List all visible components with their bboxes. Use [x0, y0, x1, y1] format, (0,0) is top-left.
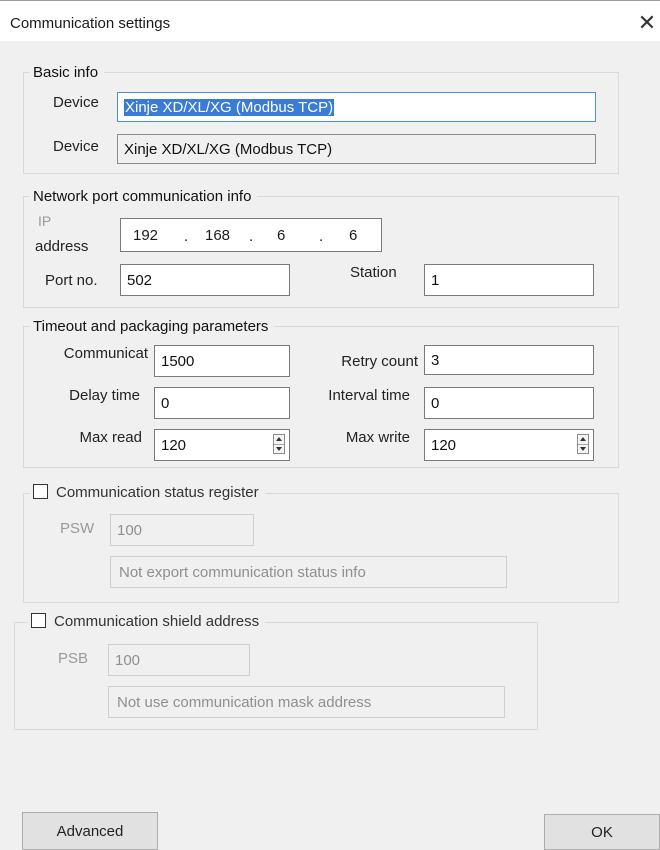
ip-octet-3[interactable]: 6 [277, 227, 285, 244]
device-label-2: Device [53, 138, 99, 155]
ip-separator: . [184, 228, 189, 245]
ip-separator: . [319, 228, 324, 245]
psb-label: PSB [58, 650, 89, 667]
advanced-button[interactable]: Advanced [22, 812, 158, 850]
max-read-input[interactable]: 120 [154, 429, 290, 461]
delay-time-input[interactable]: 0 [154, 387, 290, 419]
max-write-value: 120 [431, 436, 457, 454]
checkbox-icon[interactable] [31, 613, 46, 628]
timeout-legend: Timeout and packaging parameters [30, 318, 275, 336]
delay-time-label: Delay time [69, 387, 140, 404]
ip-octet-1[interactable]: 192 [133, 227, 158, 244]
ip-label-line1: IP [38, 213, 52, 229]
window-title: Communication settings [10, 15, 171, 32]
shield-address-legend[interactable]: Communication shield address [28, 613, 266, 631]
psw-input: 100 [110, 514, 254, 546]
max-write-input[interactable]: 120 [424, 429, 594, 461]
title-bar: Communication settings ✕ [0, 0, 660, 41]
ip-octet-4[interactable]: 6 [349, 227, 357, 244]
status-register-label: Communication status register [56, 484, 259, 501]
device-input-value: Xinje XD/XL/XG (Modbus TCP) [124, 98, 335, 116]
psb-input: 100 [108, 644, 250, 676]
checkbox-icon[interactable] [33, 484, 48, 499]
max-read-value: 120 [161, 436, 187, 454]
ok-button[interactable]: OK [544, 814, 660, 850]
close-icon[interactable]: ✕ [634, 9, 660, 37]
ip-octet-2[interactable]: 168 [205, 227, 230, 244]
shield-address-label: Communication shield address [54, 613, 260, 630]
interval-time-label: Interval time [328, 387, 410, 404]
status-register-legend[interactable]: Communication status register [30, 484, 265, 502]
device-readonly-field: Xinje XD/XL/XG (Modbus TCP) [117, 134, 596, 164]
communicat-input[interactable]: 1500 [154, 345, 290, 377]
max-read-label: Max read [79, 429, 142, 446]
retry-count-label: Retry count [341, 353, 418, 370]
psw-label: PSW [60, 520, 95, 537]
station-input[interactable]: 1 [424, 264, 594, 296]
device-input[interactable]: Xinje XD/XL/XG (Modbus TCP) [117, 92, 596, 122]
interval-time-input[interactable]: 0 [424, 387, 594, 419]
basic-info-legend: Basic info [30, 64, 105, 82]
retry-count-input[interactable]: 3 [424, 345, 594, 375]
max-write-label: Max write [345, 429, 410, 446]
ip-separator: . [249, 228, 254, 245]
status-info-field: Not export communication status info [110, 556, 507, 588]
port-label: Port no. [45, 272, 98, 289]
shield-info-field: Not use communication mask address [108, 686, 505, 718]
ip-address-input[interactable]: 192 . 168 . 6 . 6 [120, 218, 382, 252]
spinner-arrows-icon[interactable] [273, 434, 285, 454]
ip-label-line2: address [35, 238, 89, 255]
communicat-label: Communicat [63, 345, 148, 362]
port-input[interactable]: 502 [120, 264, 290, 296]
spinner-arrows-icon[interactable] [577, 434, 589, 454]
station-label: Station [350, 264, 397, 281]
network-legend: Network port communication info [30, 188, 258, 206]
device-label-1: Device [53, 94, 99, 111]
